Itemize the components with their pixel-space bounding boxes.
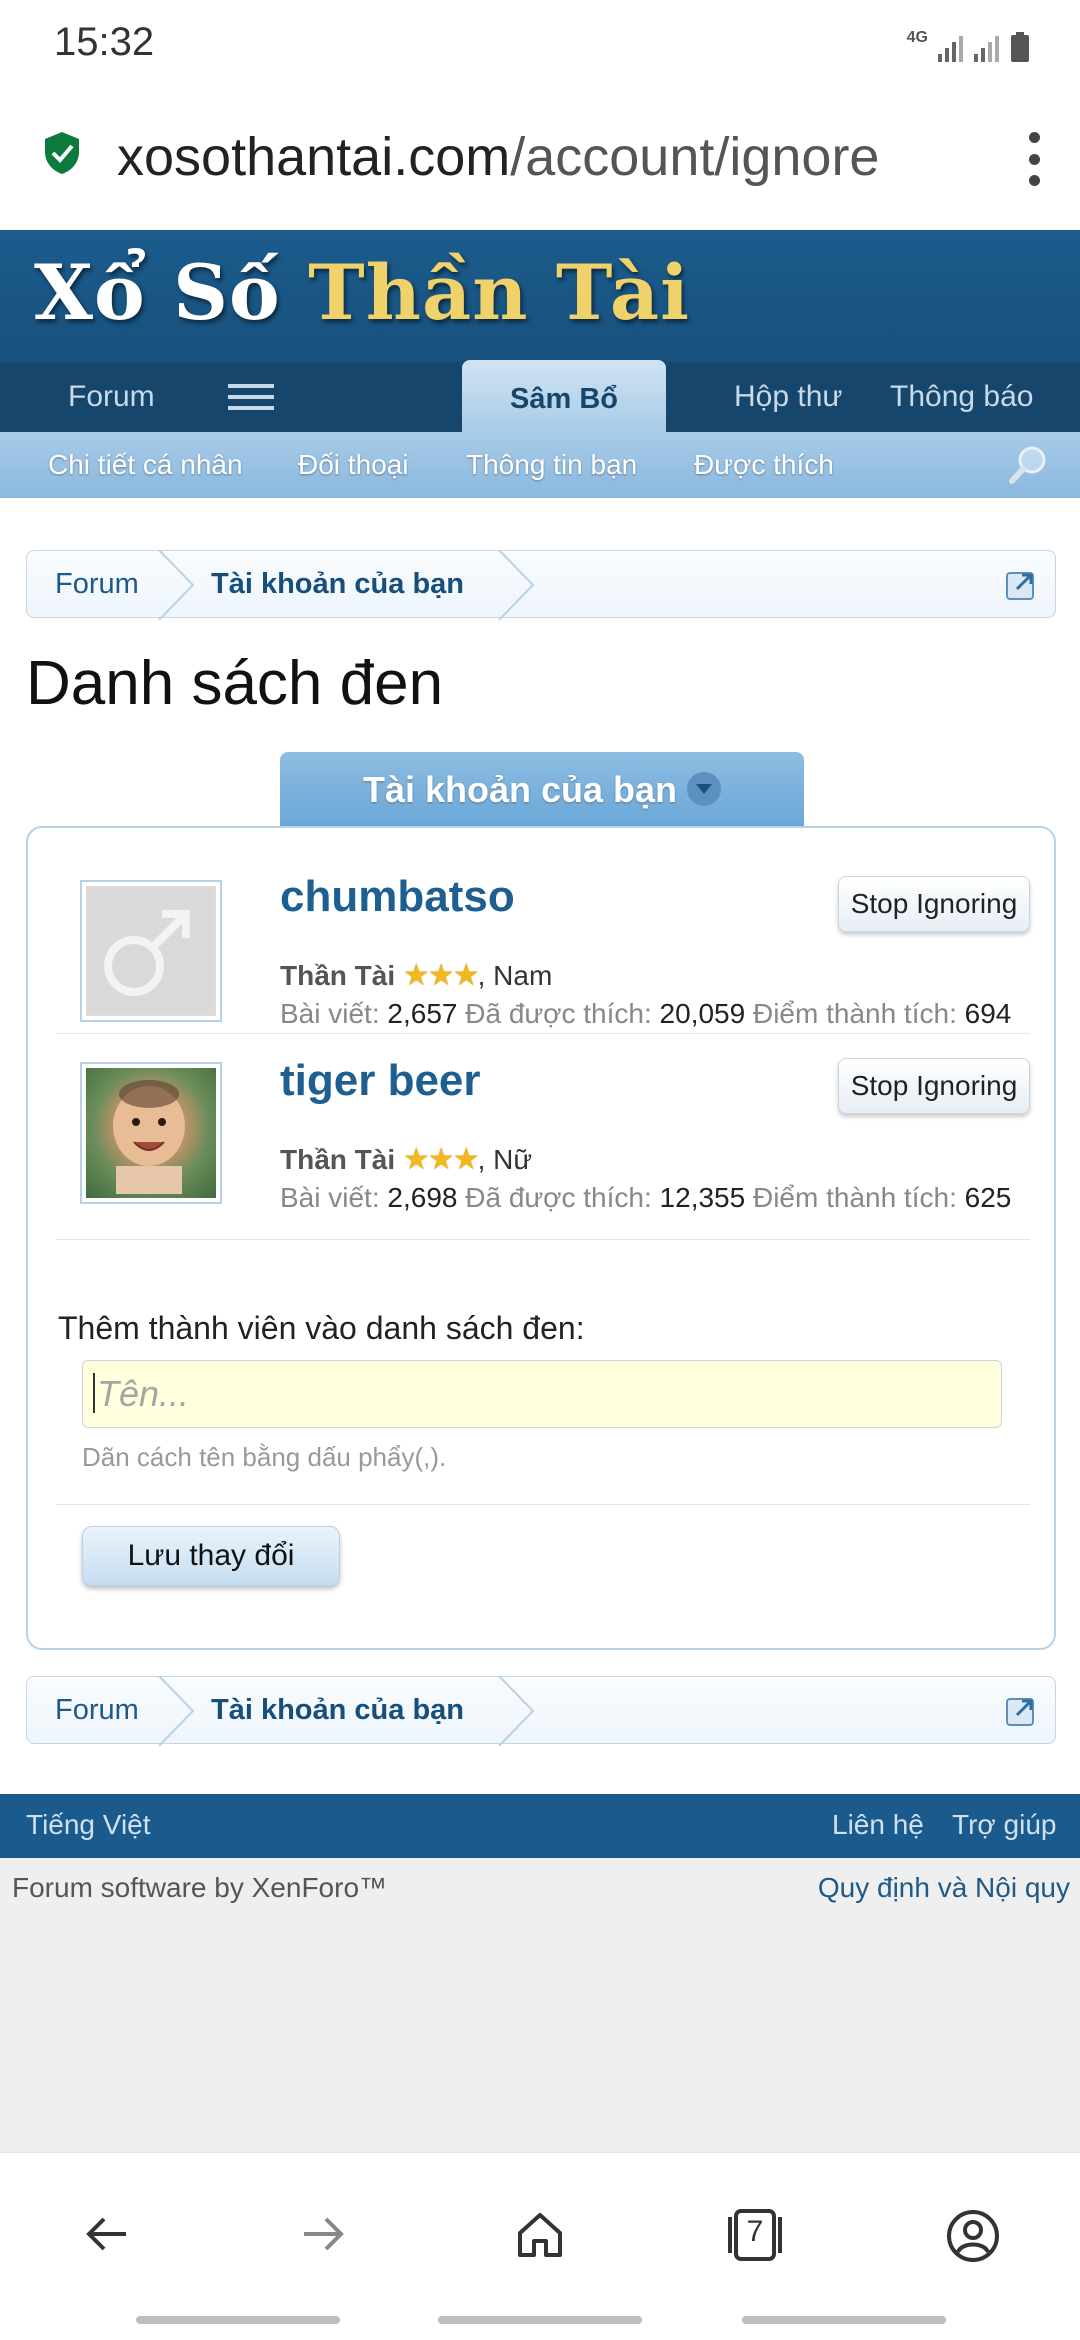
baby-photo — [113, 1080, 185, 1194]
rank-stars-icon: ★★★ — [402, 1143, 480, 1176]
browser-menu-icon[interactable] — [1024, 132, 1044, 186]
language-chooser[interactable]: Tiếng Việt — [26, 1794, 151, 1856]
account-icon[interactable] — [946, 2209, 1000, 2263]
subnav-likes[interactable]: Được thích — [694, 432, 834, 498]
forward-arrow-icon[interactable] — [298, 2209, 348, 2259]
divider — [56, 1504, 1030, 1505]
network-type-icon: 4G — [906, 29, 928, 46]
breadcrumb-account[interactable]: Tài khoản của bạn — [211, 551, 464, 619]
signal-icon-2 — [974, 36, 999, 62]
stop-ignoring-button[interactable]: Stop Ignoring — [838, 1058, 1030, 1114]
gesture-handle — [136, 2316, 340, 2324]
footer-legal: Forum software by XenForo™ Quy định và N… — [0, 1858, 1080, 2152]
footer-help-link[interactable]: Trợ giúp — [952, 1794, 1056, 1856]
gesture-handle — [742, 2316, 946, 2324]
breadcrumb: Forum Tài khoản của bạn — [26, 550, 1056, 620]
male-symbol-icon — [86, 886, 212, 1012]
list-item: tiger beer Stop Ignoring Thần Tài ★★★, N… — [56, 1034, 1030, 1240]
avatar[interactable] — [80, 1062, 222, 1204]
search-icon[interactable] — [1008, 444, 1050, 486]
breadcrumb-bottom: Forum Tài khoản của bạn — [26, 1676, 1056, 1746]
breadcrumb-separator-icon — [158, 550, 195, 620]
add-member-label: Thêm thành viên vào danh sách đen: — [58, 1310, 585, 1346]
jump-to-icon[interactable] — [1005, 1693, 1039, 1727]
sub-nav: Chi tiết cá nhân Đối thoại Thông tin bạn… — [0, 432, 1080, 498]
nav-forum[interactable]: Forum — [68, 362, 155, 432]
gesture-handle — [438, 2316, 642, 2324]
signal-icon — [938, 36, 963, 62]
breadcrumb-account[interactable]: Tài khoản của bạn — [211, 1677, 464, 1745]
breadcrumb-forum[interactable]: Forum — [55, 551, 139, 619]
user-stats: Bài viết: 2,657 Đã được thích: 20,059 Đi… — [280, 998, 1012, 1029]
nav-alerts[interactable]: Thông báo — [890, 362, 1033, 432]
url-field[interactable]: xosothantai.com/account/ignore — [117, 126, 967, 188]
terms-rules-link[interactable]: Quy định và Nội quy — [818, 1872, 1070, 1904]
input-hint: Dãn cách tên bằng dấu phẩy(,). — [82, 1442, 447, 1472]
ignore-list-panel: chumbatso Stop Ignoring Thần Tài ★★★, Na… — [26, 826, 1056, 1650]
save-changes-button[interactable]: Lưu thay đổi — [82, 1526, 340, 1586]
subnav-conversations[interactable]: Đối thoại — [298, 432, 409, 498]
site-footer: Tiếng Việt Liên hệ Trợ giúp — [0, 1794, 1080, 1858]
site-header: Xổ Số Thần Tài — [0, 230, 1080, 364]
browser-toolbar: 7 — [0, 2152, 1080, 2340]
battery-icon — [1011, 32, 1029, 62]
username[interactable]: tiger beer — [280, 1056, 481, 1106]
account-tab[interactable]: Tài khoản của bạn — [280, 752, 804, 828]
status-time: 15:32 — [54, 20, 155, 64]
breadcrumb-separator-icon — [158, 1676, 195, 1746]
list-item: chumbatso Stop Ignoring Thần Tài ★★★, Na… — [56, 828, 1030, 1034]
username[interactable]: chumbatso — [280, 872, 515, 922]
breadcrumb-forum[interactable]: Forum — [55, 1677, 139, 1745]
home-icon[interactable] — [514, 2209, 566, 2261]
main-nav: Forum Sâm Bổ Lượng Hộp thư Thông báo — [0, 360, 1080, 493]
user-rank: Thần Tài ★★★, Nam — [280, 959, 553, 992]
secure-shield-icon[interactable] — [42, 130, 82, 176]
breadcrumb-separator-icon — [498, 1676, 535, 1746]
subnav-news-feed[interactable]: Thông tin bạn — [466, 432, 637, 498]
page-title: Danh sách đen — [26, 649, 444, 718]
avatar[interactable] — [80, 880, 222, 1022]
back-arrow-icon[interactable] — [82, 2209, 132, 2259]
tabs-switcher-button[interactable]: 7 — [722, 2209, 788, 2261]
subnav-personal-details[interactable]: Chi tiết cá nhân — [48, 432, 243, 498]
rank-stars-icon: ★★★ — [402, 959, 480, 992]
copyright[interactable]: Forum software by XenForo™ — [12, 1872, 387, 1904]
url-path: /account/ignore — [510, 127, 880, 187]
breadcrumb-separator-icon — [498, 550, 535, 620]
username-input[interactable]: Tên... — [82, 1360, 1002, 1428]
hamburger-menu-icon[interactable] — [228, 384, 274, 410]
url-domain: xosothantai.com — [117, 127, 511, 187]
nav-user-account[interactable]: Sâm Bổ Lượng — [462, 360, 666, 493]
status-icons: 4G — [907, 22, 1030, 62]
dropdown-arrow-icon[interactable] — [687, 772, 722, 807]
stop-ignoring-button[interactable]: Stop Ignoring — [838, 876, 1030, 932]
jump-to-icon[interactable] — [1005, 567, 1039, 601]
user-rank: Thần Tài ★★★, Nữ — [280, 1143, 533, 1176]
footer-contact-link[interactable]: Liên hệ — [832, 1794, 924, 1856]
nav-inbox[interactable]: Hộp thư — [734, 362, 842, 432]
site-logo[interactable]: Xổ Số Thần Tài — [34, 248, 690, 337]
browser-url-bar: xosothantai.com/account/ignore — [0, 84, 1080, 230]
status-bar: 15:32 4G — [0, 0, 1080, 84]
tab-count: 7 — [746, 2215, 764, 2248]
user-stats: Bài viết: 2,698 Đã được thích: 12,355 Đi… — [280, 1182, 1012, 1213]
